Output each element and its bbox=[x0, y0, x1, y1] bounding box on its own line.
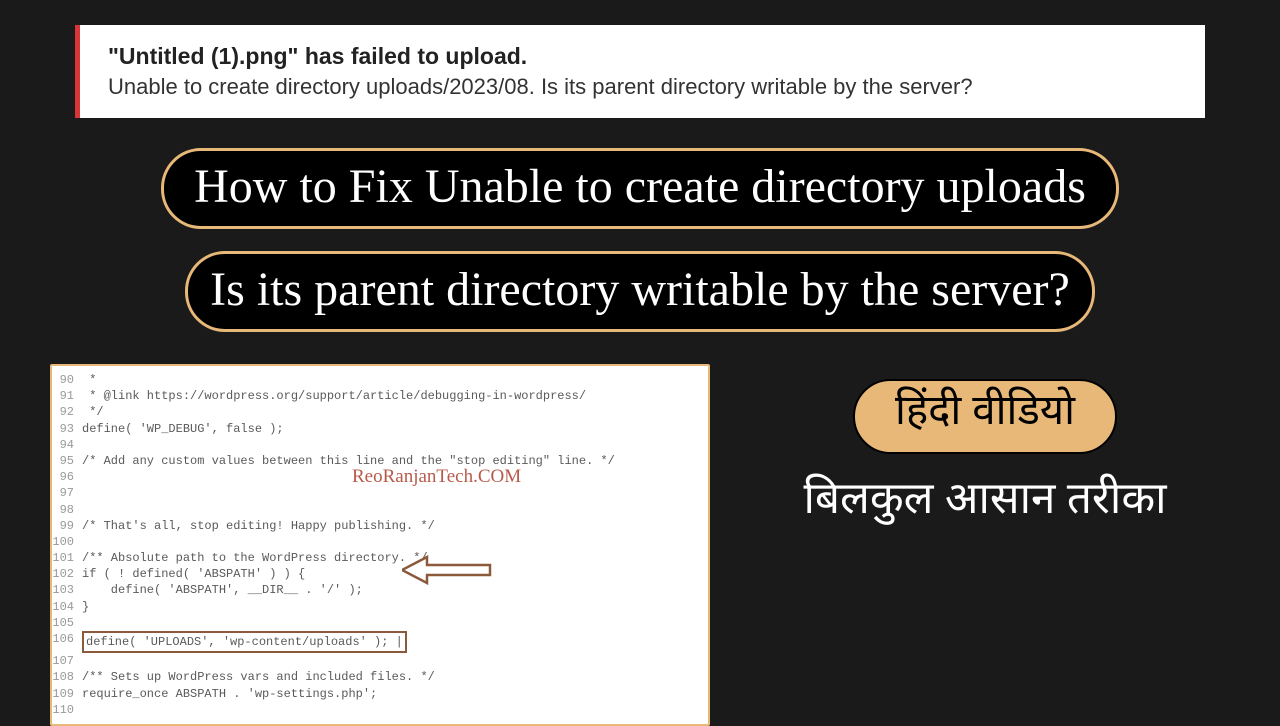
code-text: /* That's all, stop editing! Happy publi… bbox=[82, 518, 702, 534]
line-number: 97 bbox=[52, 485, 82, 501]
pointer-arrow-icon bbox=[402, 555, 492, 590]
upload-error-panel: "Untitled (1).png" has failed to upload.… bbox=[75, 25, 1205, 118]
code-line: 104} bbox=[52, 599, 702, 615]
line-number: 105 bbox=[52, 615, 82, 631]
error-subtitle: Unable to create directory uploads/2023/… bbox=[108, 74, 1177, 100]
line-number: 98 bbox=[52, 502, 82, 518]
code-text bbox=[82, 502, 702, 518]
line-number: 95 bbox=[52, 453, 82, 469]
code-text bbox=[82, 702, 702, 718]
code-line: 93define( 'WP_DEBUG', false ); bbox=[52, 421, 702, 437]
code-line: 94 bbox=[52, 437, 702, 453]
code-text: require_once ABSPATH . 'wp-settings.php'… bbox=[82, 686, 702, 702]
line-number: 104 bbox=[52, 599, 82, 615]
code-line: 92 */ bbox=[52, 404, 702, 420]
error-title: "Untitled (1).png" has failed to upload. bbox=[108, 43, 1177, 70]
code-text bbox=[82, 653, 702, 669]
line-number: 103 bbox=[52, 582, 82, 598]
sub-heading-pill: Is its parent directory writable by the … bbox=[185, 251, 1095, 332]
highlighted-define-line: define( 'UPLOADS', 'wp-content/uploads' … bbox=[82, 631, 407, 653]
line-number: 99 bbox=[52, 518, 82, 534]
code-text: * bbox=[82, 372, 702, 388]
code-line: 109require_once ABSPATH . 'wp-settings.p… bbox=[52, 686, 702, 702]
code-line: 98 bbox=[52, 502, 702, 518]
code-line: 110 bbox=[52, 702, 702, 718]
code-line: 108/** Sets up WordPress vars and includ… bbox=[52, 669, 702, 685]
line-number: 90 bbox=[52, 372, 82, 388]
main-heading-pill: How to Fix Unable to create directory up… bbox=[161, 148, 1119, 229]
line-number: 102 bbox=[52, 566, 82, 582]
line-number: 94 bbox=[52, 437, 82, 453]
line-number: 91 bbox=[52, 388, 82, 404]
code-text: /** Absolute path to the WordPress direc… bbox=[82, 550, 702, 566]
hindi-video-pill: हिंदी वीडियो bbox=[853, 379, 1117, 454]
code-text: * @link https://wordpress.org/support/ar… bbox=[82, 388, 702, 404]
code-line: 106define( 'UPLOADS', 'wp-content/upload… bbox=[52, 631, 702, 653]
line-number: 92 bbox=[52, 404, 82, 420]
code-text bbox=[82, 437, 702, 453]
code-line: 103 define( 'ABSPATH', __DIR__ . '/' ); bbox=[52, 582, 702, 598]
code-text: if ( ! defined( 'ABSPATH' ) ) { bbox=[82, 566, 702, 582]
sub-heading-text: Is its parent directory writable by the … bbox=[210, 263, 1070, 316]
bottom-section: ReoRanjanTech.COM 90 *91 * @link https:/… bbox=[50, 364, 1230, 726]
main-heading-text: How to Fix Unable to create directory up… bbox=[194, 160, 1086, 213]
line-number: 100 bbox=[52, 534, 82, 550]
right-column: हिंदी वीडियो बिलकुल आसान तरीका bbox=[740, 364, 1230, 531]
hindi-subtitle: बिलकुल आसान तरीका bbox=[803, 474, 1166, 531]
line-number: 96 bbox=[52, 469, 82, 485]
line-number: 101 bbox=[52, 550, 82, 566]
code-text bbox=[82, 615, 702, 631]
watermark-text: ReoRanjanTech.COM bbox=[352, 464, 521, 490]
line-number: 110 bbox=[52, 702, 82, 718]
code-line: 91 * @link https://wordpress.org/support… bbox=[52, 388, 702, 404]
code-line: 100 bbox=[52, 534, 702, 550]
code-line: 107 bbox=[52, 653, 702, 669]
code-text: define( 'ABSPATH', __DIR__ . '/' ); bbox=[82, 582, 702, 598]
line-number: 93 bbox=[52, 421, 82, 437]
code-text: } bbox=[82, 599, 702, 615]
code-text bbox=[82, 534, 702, 550]
line-number: 109 bbox=[52, 686, 82, 702]
code-line: 105 bbox=[52, 615, 702, 631]
line-number: 107 bbox=[52, 653, 82, 669]
code-line: 101/** Absolute path to the WordPress di… bbox=[52, 550, 702, 566]
line-number: 106 bbox=[52, 631, 82, 653]
line-number: 108 bbox=[52, 669, 82, 685]
code-line: 102if ( ! defined( 'ABSPATH' ) ) { bbox=[52, 566, 702, 582]
code-screenshot: ReoRanjanTech.COM 90 *91 * @link https:/… bbox=[50, 364, 710, 726]
code-text: define( 'UPLOADS', 'wp-content/uploads' … bbox=[82, 631, 702, 653]
code-text: define( 'WP_DEBUG', false ); bbox=[82, 421, 702, 437]
hindi-pill-text: हिंदी वीडियो bbox=[895, 387, 1075, 442]
code-line: 99/* That's all, stop editing! Happy pub… bbox=[52, 518, 702, 534]
code-text: */ bbox=[82, 404, 702, 420]
code-text: /** Sets up WordPress vars and included … bbox=[82, 669, 702, 685]
code-line: 90 * bbox=[52, 372, 702, 388]
